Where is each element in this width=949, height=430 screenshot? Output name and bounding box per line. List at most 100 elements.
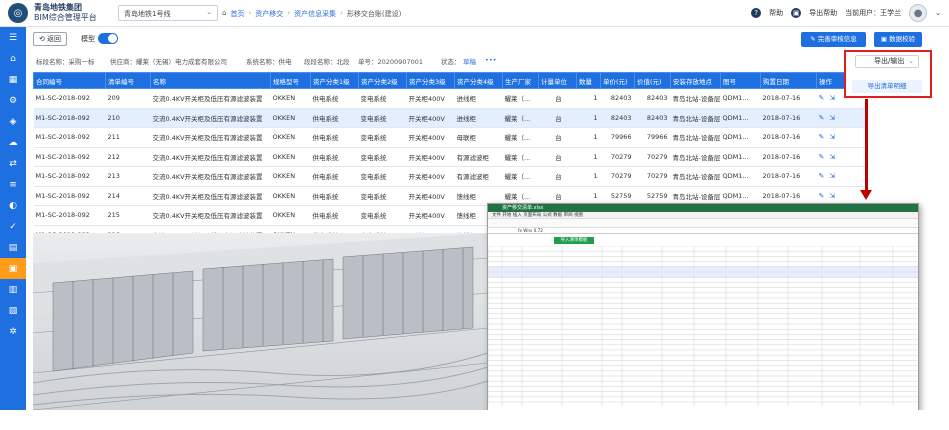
brand-subtitle: BIM综合管理平台 (34, 13, 97, 22)
col-class3[interactable]: 资产分类3级 (406, 72, 455, 89)
save-icon[interactable]: ▤ (0, 237, 26, 258)
table-cell: 209 (105, 88, 151, 109)
export-help-icon: ▣ (791, 8, 802, 18)
edit-icon[interactable]: ✎ (819, 133, 825, 141)
more-button[interactable]: ••• (485, 56, 497, 64)
edit-icon[interactable]: ✎ (819, 172, 825, 180)
grid-icon[interactable]: ▦ (0, 69, 26, 90)
export-help-link[interactable]: 导出帮助 (809, 8, 837, 18)
breadcrumb-asset-collect[interactable]: 资产信息采集 (294, 9, 336, 19)
hierarchy-icon[interactable]: ▧ (0, 300, 26, 321)
col-unit-price[interactable]: 单价(元) (600, 72, 635, 89)
segment-name: 段段名称：北段 (304, 58, 350, 66)
table-row[interactable]: M1-SC-2018-092 210 交流0.4KV开关柜及低压有源滤波装置 OKKE… (33, 108, 867, 128)
col-purchase-date[interactable]: 购置日期 (760, 72, 817, 89)
data-check-button[interactable]: ▣ 数据校验 (874, 32, 922, 47)
table-cell: 70279 (600, 166, 635, 187)
network-icon[interactable]: ⚙ (0, 90, 26, 111)
chevron-down-icon[interactable]: ⌄ (935, 9, 941, 17)
edit-icon[interactable]: ✎ (819, 192, 825, 200)
excel-title: 资产移交清单.xlsx (488, 204, 918, 212)
table-row[interactable]: M1-SC-2018-092 209 交流0.4KV开关柜及低压有源滤波装置 OKKE… (33, 88, 867, 109)
share-icon[interactable]: ⇲ (829, 133, 835, 141)
edit-icon[interactable]: ✎ (819, 94, 825, 102)
breadcrumb-asset-transfer[interactable]: 资产移交 (255, 9, 283, 19)
edit-icon[interactable]: ✎ (819, 153, 825, 161)
brand: 青岛地铁集团 BIM综合管理平台 (34, 3, 97, 23)
col-list-no[interactable]: 清单编号 (105, 72, 151, 89)
spreadsheet-grid (488, 245, 918, 406)
col-model[interactable]: 规格型号 (270, 72, 311, 89)
brand-title: 青岛地铁集团 (34, 3, 82, 12)
col-drawing-no[interactable]: 图号 (720, 72, 761, 89)
table-row[interactable]: M1-SC-2018-092 212 交流0.4KV开关柜及低压有源滤波装置 OKKE… (33, 147, 867, 167)
table-cell: 交流0.4KV开关柜及低压有源滤波装置 (150, 88, 271, 109)
table-cell: QDM1... (720, 127, 761, 148)
table-cell: 2018-07-16 (760, 108, 817, 128)
status-label: 状态： (441, 58, 461, 66)
menu-icon[interactable]: ☰ (0, 27, 26, 48)
share-icon[interactable]: ⇲ (829, 192, 835, 200)
col-location[interactable]: 安装存放地点 (670, 72, 721, 89)
submit-review-button[interactable]: ✎ 完善审核信息 (801, 32, 866, 47)
settings-icon[interactable]: ✲ (0, 321, 26, 342)
share-icon[interactable]: ⇄ (0, 153, 26, 174)
breadcrumb-home[interactable]: 首页 (230, 9, 244, 19)
share-icon[interactable]: ⇲ (829, 153, 835, 161)
home-icon[interactable]: ⌂ (0, 48, 26, 69)
export-button[interactable]: 导出/输出 ⌄ (855, 55, 919, 68)
bim-model-view[interactable] (33, 233, 488, 410)
col-class4[interactable]: 资产分类4级 (454, 72, 503, 89)
col-name[interactable]: 名称 (150, 72, 271, 89)
check-icon[interactable]: ✓ (0, 216, 26, 237)
export-list-detail-option[interactable]: 导出清单明细 (852, 80, 922, 93)
edit-icon[interactable]: ✎ (819, 114, 825, 122)
table-row[interactable]: M1-SC-2018-092 213 交流0.4KV开关柜及低压有源滤波装置 OKKE… (33, 166, 867, 187)
current-user: 当前用户：王学兰 (845, 9, 902, 17)
share-icon[interactable]: ⇲ (829, 94, 835, 102)
back-button[interactable]: ⟲ 返回 (33, 32, 67, 46)
table-cell: 215 (105, 205, 151, 226)
col-value[interactable]: 价值(元) (634, 72, 671, 89)
list-icon[interactable]: ≡ (0, 174, 26, 195)
import-template-button[interactable]: 导入清单模板 (554, 237, 594, 244)
table-cell: 有源滤波柜 (454, 147, 503, 167)
avatar[interactable]: ● (909, 4, 928, 22)
chart-icon[interactable]: ▥ (0, 279, 26, 300)
col-unit[interactable]: 计量单位 (538, 72, 577, 89)
table-cell: QDM1... (720, 166, 761, 187)
table-cell: 2018-07-16 (760, 166, 817, 187)
table-cell: OKKEN (270, 108, 311, 128)
excel-formula-bar[interactable]: fx Wns 0.72 (488, 228, 918, 234)
table-cell: 70279 (634, 147, 671, 167)
gauge-icon[interactable]: ◐ (0, 195, 26, 216)
col-manufacturer[interactable]: 生产厂家 (502, 72, 539, 89)
arrow-down-icon (860, 190, 872, 200)
table-cell: 青岛北站-设备层 (670, 166, 721, 187)
asset-icon[interactable]: ▣ (0, 258, 26, 279)
col-contract-no[interactable]: 合同编号 (33, 72, 106, 89)
share-icon[interactable]: ⇲ (829, 172, 835, 180)
col-class2[interactable]: 资产分类2级 (358, 72, 407, 89)
share-icon[interactable]: ⇲ (829, 114, 835, 122)
col-class1[interactable]: 资产分类1级 (310, 72, 359, 89)
table-cell: 2018-07-16 (760, 147, 817, 167)
table-row[interactable]: M1-SC-2018-092 211 交流0.4KV开关柜及低压有源滤波装置 OKKE… (33, 127, 867, 148)
table-cell: M1-SC-2018-092 (33, 108, 106, 128)
table-cell: 交流0.4KV开关柜及低压有源滤波装置 (150, 127, 271, 148)
table-cell: 1 (576, 88, 601, 109)
help-link[interactable]: 帮助 (769, 8, 783, 18)
model-toggle[interactable] (98, 33, 118, 44)
cloud-icon[interactable]: ☁ (0, 132, 26, 153)
table-cell: M1-SC-2018-092 (33, 147, 106, 167)
table-cell: M1-SC-2018-092 (33, 88, 106, 109)
table-cell: 1 (576, 147, 601, 167)
table-cell: 青岛北站-设备层 (670, 108, 721, 128)
table-cell: 82403 (600, 108, 635, 128)
table-cell: M1-SC-2018-092 (33, 186, 106, 206)
col-qty[interactable]: 数量 (576, 72, 601, 89)
line-select[interactable]: 青岛地铁1号线 ⌄ (118, 5, 218, 21)
table-cell: 1 (576, 127, 601, 148)
table-cell: 台 (538, 147, 577, 167)
layers-icon[interactable]: ◈ (0, 111, 26, 132)
